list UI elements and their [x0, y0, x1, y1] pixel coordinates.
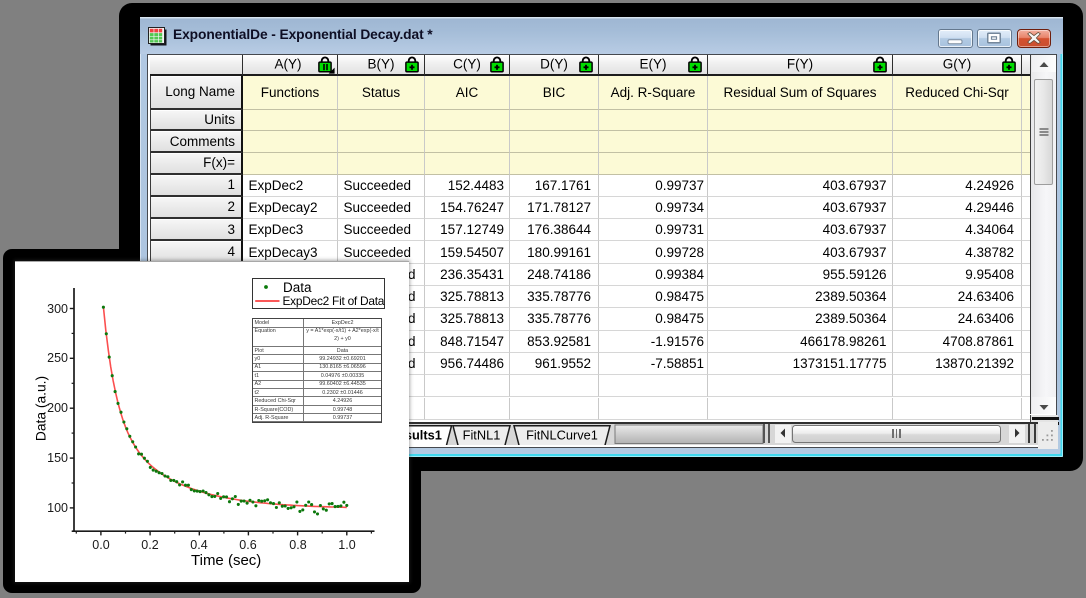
svg-text:FitNLCurve1: FitNLCurve1 — [526, 428, 598, 443]
svg-text:FitNL1: FitNL1 — [463, 428, 501, 443]
